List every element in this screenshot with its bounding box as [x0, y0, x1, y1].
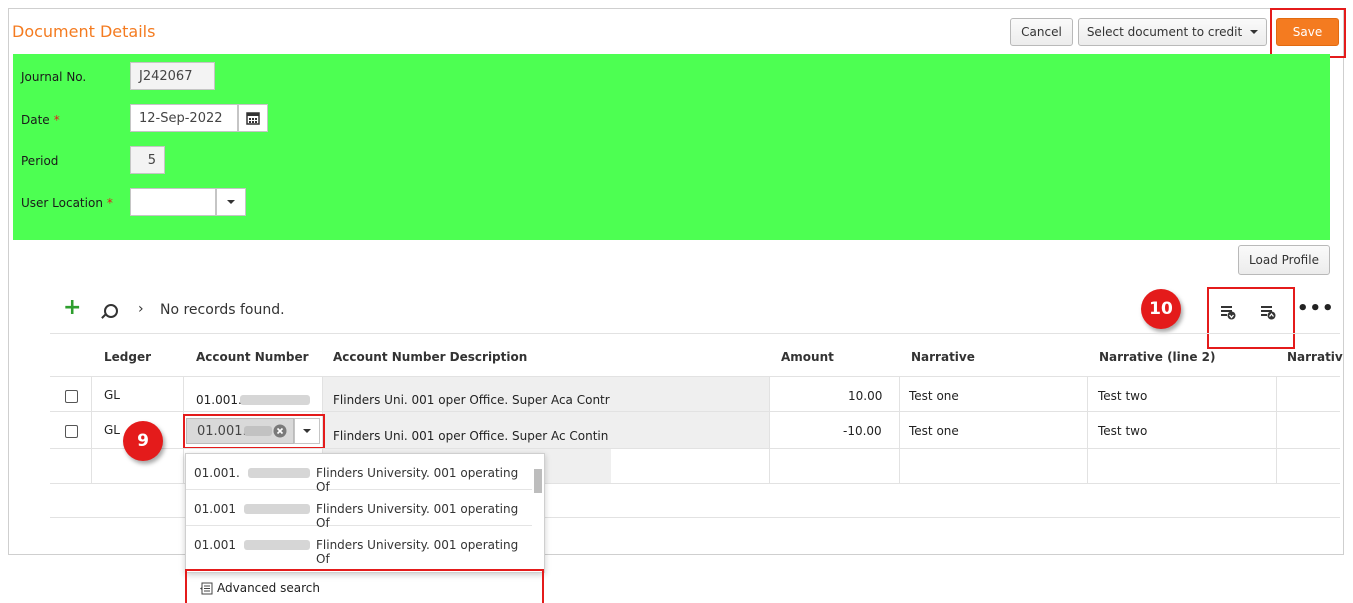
select-document-label: Select document to credit [1086, 25, 1243, 39]
dropdown-option[interactable]: 01.001 Flinders University. 001 operatin… [186, 490, 532, 530]
row-checkbox[interactable] [65, 425, 78, 438]
cancel-button[interactable]: Cancel [1010, 18, 1073, 46]
row-account[interactable]: 01.001. [196, 393, 242, 407]
col-divider [91, 377, 92, 483]
user-location-label: User Location * [21, 196, 113, 210]
row-narrative[interactable]: Test one [909, 424, 959, 438]
column-narrative-3[interactable]: Narrativ [1287, 350, 1343, 364]
column-ledger[interactable]: Ledger [104, 350, 151, 364]
account-dropdown-list: 01.001. Flinders University. 001 operati… [185, 453, 545, 573]
plus-icon[interactable]: + [63, 297, 81, 319]
row-checkbox[interactable] [65, 390, 78, 403]
advanced-search-highlight [185, 569, 544, 603]
user-location-select[interactable] [130, 188, 216, 216]
row-amount[interactable]: -10.00 [843, 424, 882, 438]
dropdown-option[interactable]: 01.001 Flinders University. 001 operatin… [186, 526, 532, 566]
account-input-highlight [183, 414, 325, 449]
journal-label: Journal No. [21, 70, 87, 84]
redacted-text [244, 540, 310, 550]
journal-field: J242067 [130, 62, 215, 90]
calendar-button[interactable] [238, 104, 268, 132]
row-ledger: GL [104, 423, 120, 437]
row-ledger: GL [104, 388, 120, 402]
row-amount[interactable]: 10.00 [848, 389, 882, 403]
row-divider [50, 411, 1340, 412]
select-document-button[interactable]: Select document to credit [1078, 18, 1267, 46]
export-icon[interactable] [1220, 305, 1236, 320]
option-code: 01.001. [194, 466, 240, 480]
row-narrative2[interactable]: Test two [1098, 424, 1147, 438]
row-description: Flinders Uni. 001 oper Office. Super Ac … [333, 429, 609, 443]
redacted-text [248, 468, 310, 478]
col-divider [899, 377, 900, 483]
page-title: Document Details [12, 22, 156, 41]
dropdown-option[interactable]: 01.001. Flinders University. 001 operati… [186, 454, 532, 494]
date-field[interactable]: 12-Sep-2022 [130, 104, 238, 132]
callout-9: 9 [123, 421, 163, 461]
option-code: 01.001 [194, 502, 236, 516]
date-label: Date * [21, 113, 60, 127]
column-narrative-line2[interactable]: Narrative (line 2) [1099, 350, 1215, 364]
save-highlight [1270, 8, 1346, 58]
chevron-down-icon [227, 200, 235, 204]
no-records-text: No records found. [160, 302, 285, 318]
period-label: Period [21, 154, 59, 168]
row-narrative[interactable]: Test one [909, 389, 959, 403]
col-divider [1276, 377, 1277, 483]
chevron-right-icon[interactable]: › [138, 301, 144, 317]
column-account-number[interactable]: Account Number [196, 350, 309, 364]
row-divider [50, 448, 1340, 449]
dropdown-scrollbar[interactable] [534, 469, 542, 493]
option-code: 01.001 [194, 538, 236, 552]
callout-10: 10 [1141, 289, 1181, 329]
calendar-icon [246, 112, 260, 125]
row-narrative2[interactable]: Test two [1098, 389, 1147, 403]
period-field: 5 [130, 146, 165, 174]
more-icon[interactable]: ••• [1297, 300, 1335, 318]
column-account-description[interactable]: Account Number Description [333, 350, 527, 364]
load-profile-button[interactable]: Load Profile [1238, 245, 1330, 275]
redacted-text [240, 395, 310, 405]
column-amount[interactable]: Amount [781, 350, 834, 364]
row-description: Flinders Uni. 001 oper Office. Super Aca… [333, 393, 610, 407]
column-narrative[interactable]: Narrative [911, 350, 975, 364]
option-description: Flinders University. 001 operating Of [316, 538, 519, 566]
search-icon[interactable] [104, 304, 118, 318]
col-divider [1087, 377, 1088, 483]
grid-top-border [50, 333, 1340, 334]
redacted-text [244, 504, 310, 514]
import-icon[interactable] [1260, 305, 1276, 320]
col-divider [769, 377, 770, 483]
user-location-dropdown-button[interactable] [216, 188, 246, 216]
chevron-down-icon [1250, 30, 1259, 34]
